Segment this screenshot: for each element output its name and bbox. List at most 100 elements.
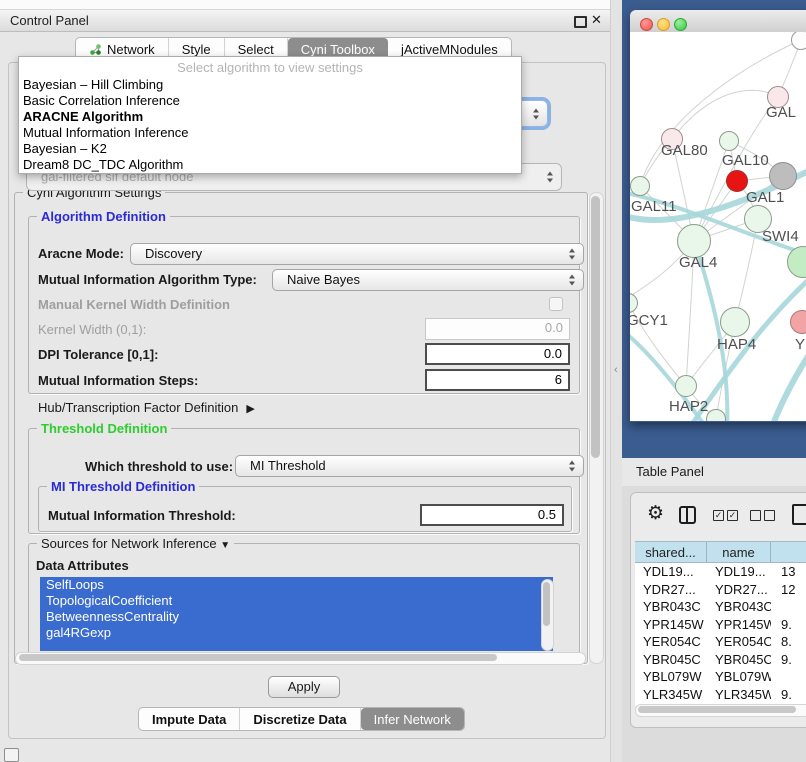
node-label: HAP4 [717, 336, 756, 353]
table-panel-window: ⚙ ✓ ✓ shared... name YDL19...YDL19...13 … [630, 492, 806, 728]
popup-item[interactable]: Basic Correlation Inference [23, 93, 180, 108]
which-threshold-label: Which threshold to use: [85, 459, 233, 474]
mi-threshold-title: MI Threshold Definition [47, 479, 199, 494]
table-row[interactable]: YBR043CYBR043C [635, 598, 806, 616]
column-header[interactable] [771, 541, 806, 563]
popup-item-selected[interactable]: ARACNE Algorithm [23, 109, 143, 124]
network-tab-icon [89, 43, 102, 56]
table-row[interactable]: YER054CYER054C8. [635, 633, 806, 651]
combo-stepper-icon [533, 108, 540, 119]
table-row[interactable]: YLR345WYLR345W9. [635, 686, 806, 704]
table-header-row: shared... name [635, 541, 806, 563]
which-threshold-combo[interactable]: MI Threshold [235, 455, 584, 477]
unchecked-checkbox-icon[interactable] [764, 510, 775, 521]
combo-stepper-icon [569, 249, 576, 260]
network-window-titlebar[interactable] [630, 10, 806, 33]
settings-scrollbar[interactable] [589, 192, 604, 664]
gear-icon[interactable]: ⚙ [647, 502, 664, 525]
node-label: GAL10 [722, 152, 769, 169]
popup-item[interactable]: Bayesian – K2 [23, 141, 107, 156]
control-panel-title: Control Panel [10, 13, 89, 28]
popup-item[interactable]: Mutual Information Inference [23, 125, 188, 140]
collapse-down-icon[interactable]: ▼ [220, 540, 230, 551]
attribute-item[interactable]: SelfLoops [40, 577, 553, 593]
document-icon[interactable] [792, 504, 806, 525]
tab-infer-network[interactable]: Infer Network [361, 708, 464, 730]
network-node-hap4[interactable] [720, 307, 750, 337]
node-label: GAL80 [661, 142, 708, 159]
expand-right-icon[interactable]: ▶ [246, 402, 254, 415]
kernel-width-field[interactable]: 0.0 [425, 318, 570, 340]
settings-hscrollbar[interactable] [15, 652, 586, 665]
table-hscrollbar[interactable] [635, 704, 806, 717]
manual-kernel-checkbox[interactable] [549, 297, 563, 311]
node-label: HAP2 [669, 398, 708, 415]
network-view-window: GAL GAL80 GAL10 GAL1 GAL11 GAL4 SWI4 GCY… [630, 10, 806, 422]
network-node[interactable] [791, 32, 806, 50]
mi-threshold-field[interactable]: 0.5 [420, 504, 564, 526]
sources-title[interactable]: Sources for Network Inference ▼ [37, 536, 234, 551]
network-node-gal4[interactable] [677, 224, 711, 258]
aracne-mode-label: Aracne Mode: [38, 246, 124, 261]
attribute-item[interactable]: TopologicalCoefficient [40, 593, 553, 609]
collapsed-panel-icon[interactable] [4, 748, 19, 762]
node-label: GCY1 [630, 312, 668, 329]
columns-icon[interactable] [679, 506, 696, 524]
node-label: GAL [766, 104, 796, 121]
dpi-tolerance-field[interactable]: 0.0 [425, 343, 570, 365]
dpi-tolerance-label: DPI Tolerance [0,1]: [38, 347, 158, 362]
popup-item[interactable]: Bayesian – Hill Climbing [23, 77, 163, 92]
settings-scrollbar-thumb[interactable] [591, 196, 600, 458]
unchecked-checkbox-icon[interactable] [750, 510, 761, 521]
close-traffic-light[interactable] [640, 18, 653, 31]
combo-stepper-icon [569, 461, 576, 472]
algorithm-definition-title: Algorithm Definition [37, 209, 170, 224]
node-label: GAL1 [746, 189, 784, 206]
table-hscrollbar-thumb[interactable] [638, 706, 796, 713]
table-row[interactable]: YBR045CYBR045C9. [635, 651, 806, 669]
data-attributes-list[interactable]: SelfLoops TopologicalCoefficient Between… [40, 577, 553, 651]
attribute-item[interactable]: BetweennessCentrality [40, 609, 553, 625]
hub-section-toggle[interactable]: Hub/Transcription Factor Definition▶ [38, 400, 255, 415]
tab-discretize-data[interactable]: Discretize Data [240, 708, 360, 730]
which-threshold-value: MI Threshold [250, 458, 326, 473]
column-header-shared[interactable]: shared... [635, 541, 707, 563]
minimize-traffic-light[interactable] [657, 18, 670, 31]
table-row[interactable]: YDR27...YDR27...12 [635, 581, 806, 599]
combo-stepper-icon [569, 275, 576, 286]
node-label: Y [795, 336, 805, 353]
attributes-scrollbar[interactable] [541, 579, 554, 651]
bottom-tabbar: Impute Data Discretize Data Infer Networ… [138, 707, 465, 731]
mi-type-combo[interactable]: Naive Bayes [272, 269, 584, 291]
attribute-item[interactable]: gal4RGexp [40, 625, 553, 641]
node-label: SWI4 [762, 228, 799, 245]
apply-button-label: Apply [288, 679, 321, 694]
checked-checkbox-icon[interactable]: ✓ [713, 510, 724, 521]
table-body: YDL19...YDL19...13 YDR27...YDR27...12 YB… [635, 563, 806, 706]
table-row[interactable]: YDL19...YDL19...13 [635, 563, 806, 581]
aracne-mode-combo[interactable]: Discovery [130, 243, 584, 265]
apply-button[interactable]: Apply [268, 676, 340, 698]
attributes-scrollbar-thumb[interactable] [543, 582, 550, 626]
network-canvas[interactable]: GAL GAL80 GAL10 GAL1 GAL11 GAL4 SWI4 GCY… [630, 32, 806, 421]
zoom-traffic-light[interactable] [674, 18, 687, 31]
column-header-name[interactable]: name [707, 541, 771, 563]
settings-hscrollbar-thumb[interactable] [19, 654, 497, 661]
manual-kernel-label: Manual Kernel Width Definition [38, 297, 230, 312]
checked-checkbox-icon[interactable]: ✓ [727, 510, 738, 521]
tab-network-label: Network [107, 42, 155, 57]
mi-threshold-label: Mutual Information Threshold: [48, 508, 236, 523]
tab-impute-data[interactable]: Impute Data [139, 708, 240, 730]
close-icon[interactable]: ✕ [591, 12, 602, 28]
network-node-gray[interactable] [769, 162, 797, 190]
network-node-hap2[interactable] [675, 375, 697, 397]
float-window-icon[interactable] [574, 16, 587, 28]
network-node-gal10[interactable] [719, 131, 739, 151]
table-row[interactable]: YPR145WYPR145W9. [635, 616, 806, 634]
mi-steps-field[interactable]: 6 [425, 369, 570, 391]
network-node-gal11[interactable] [630, 176, 650, 196]
popup-item[interactable]: Dream8 DC_TDC Algorithm [23, 157, 183, 172]
network-node-selected-red[interactable] [726, 170, 748, 192]
table-row[interactable]: YBL079WYBL079W [635, 668, 806, 686]
splitter-collapse-icon[interactable]: ‹ [614, 364, 618, 376]
